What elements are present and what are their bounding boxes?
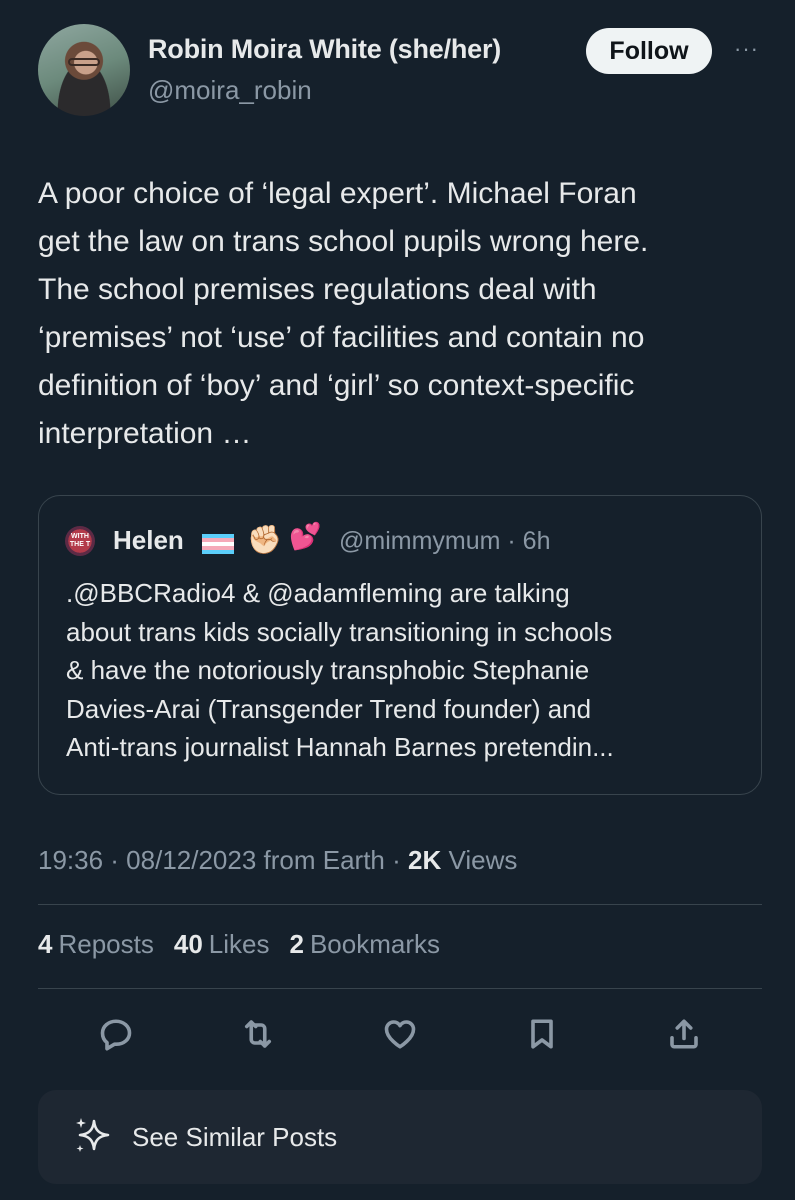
quoted-author-avatar[interactable]: WITH THE T: [65, 526, 95, 556]
likes-label: Likes: [208, 929, 270, 959]
repost-icon[interactable]: [238, 1014, 278, 1054]
views-label: Views: [441, 845, 518, 875]
author-handle[interactable]: @moira_robin: [148, 75, 312, 106]
like-icon[interactable]: [380, 1014, 420, 1054]
sparkle-icon: [76, 1118, 110, 1152]
engagement-stats: 4 Reposts 40 Likes 2 Bookmarks: [38, 929, 440, 960]
two-hearts-icon: 💕: [289, 521, 322, 551]
quoted-handle-time[interactable]: @mimmymum · 6h: [339, 527, 551, 556]
avatar-glasses: [68, 58, 100, 66]
author-avatar[interactable]: [38, 24, 130, 116]
reply-icon[interactable]: [96, 1014, 136, 1054]
post-text: A poor choice of ‘legal expert’. Michael…: [38, 177, 649, 450]
divider: [38, 904, 762, 905]
bookmarks-label: Bookmarks: [309, 929, 440, 959]
views-count: 2K: [408, 845, 442, 875]
bookmark-icon[interactable]: [522, 1014, 562, 1054]
bookmarks-stat[interactable]: 2 Bookmarks: [289, 929, 440, 960]
quoted-post-text: .@BBCRadio4 & @adamfleming are talking a…: [66, 578, 614, 762]
reposts-label: Reposts: [58, 929, 154, 959]
bookmarks-count: 2: [289, 929, 304, 959]
trans-flag-icon: [202, 534, 234, 554]
post-meta: 19:36 · 08/12/2023 from Earth · 2K Views: [38, 845, 517, 876]
author-name[interactable]: Robin Moira White (she/her): [148, 34, 501, 65]
likes-count: 40: [173, 929, 203, 959]
see-similar-posts-button[interactable]: See Similar Posts: [38, 1090, 762, 1184]
raised-fist-icon: ✊🏻: [247, 524, 282, 555]
reposts-count: 4: [38, 929, 53, 959]
see-similar-posts-label: See Similar Posts: [132, 1122, 338, 1152]
post-timestamp[interactable]: 19:36 · 08/12/2023 from Earth ·: [38, 845, 408, 875]
more-options-icon[interactable]: ···: [734, 36, 759, 62]
divider: [38, 988, 762, 989]
share-icon[interactable]: [664, 1014, 704, 1054]
reposts-stat[interactable]: 4 Reposts: [38, 929, 154, 960]
quoted-author-name[interactable]: Helen: [113, 525, 184, 556]
follow-button[interactable]: Follow: [586, 28, 712, 74]
quoted-post[interactable]: WITH THE T Helen ✊🏻 💕 @mimmymum · 6h .@B…: [38, 495, 762, 795]
likes-stat[interactable]: 40 Likes: [174, 929, 270, 960]
